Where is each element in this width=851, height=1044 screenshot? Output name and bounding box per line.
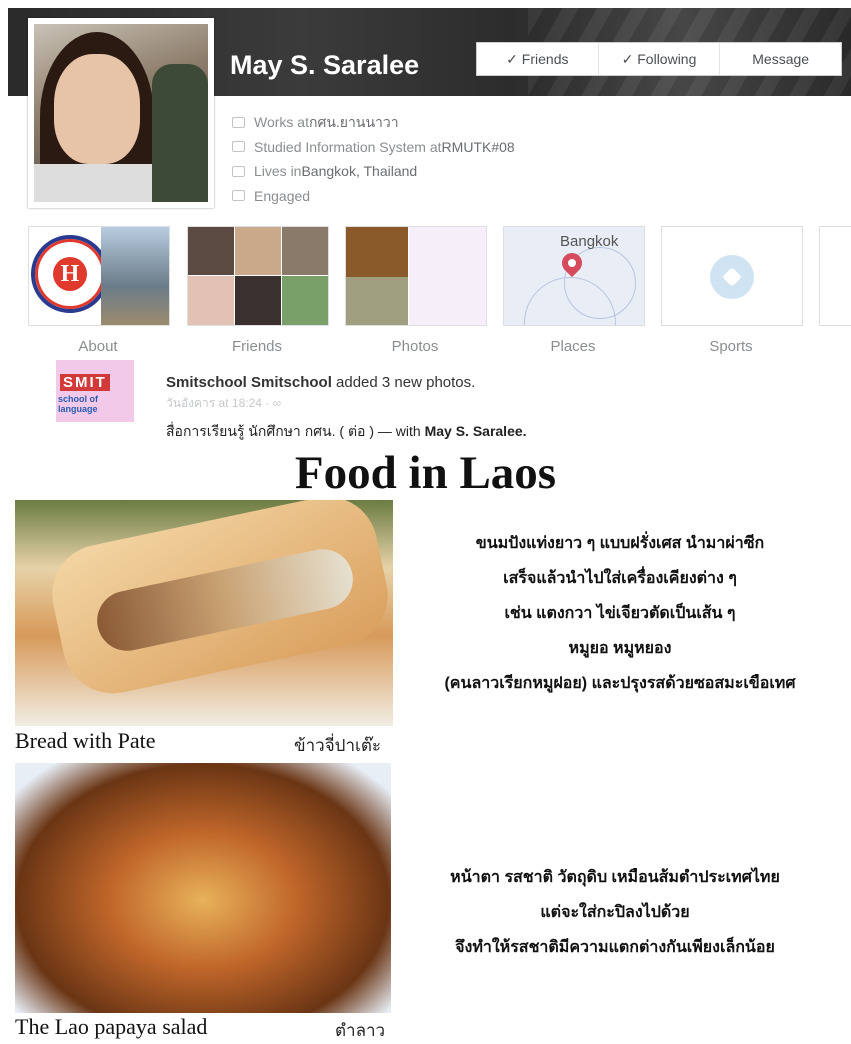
briefcase-icon [232, 116, 245, 128]
info-work: Works at กศน.ยานนาวา [232, 110, 515, 135]
food1-caption-th: ข้าวจี่ปาเต๊ะ [294, 736, 381, 755]
graduation-cap-icon [232, 141, 245, 153]
tile-sports-label[interactable]: Sports [661, 338, 801, 355]
home-icon [232, 165, 245, 177]
heart-icon [232, 190, 245, 202]
info-relationship: Engaged [232, 184, 515, 209]
profile-name[interactable]: May S. Saralee [230, 50, 419, 81]
tile-friends-label[interactable]: Friends [187, 338, 327, 355]
tile-places-label[interactable]: Places [503, 338, 643, 355]
tile-places[interactable]: Bangkok [503, 226, 645, 326]
post-author-name[interactable]: Smitschool Smitschool [166, 374, 332, 391]
post-text: สื่อการเรียนรู้ นักศึกษา กศน. ( ต่อ ) — … [166, 423, 527, 439]
soccer-ball-icon [710, 255, 754, 299]
food1-caption-en: Bread with Pate [15, 728, 156, 753]
map-city-label: Bangkok [560, 233, 619, 250]
following-button[interactable]: ✓ Following [599, 43, 721, 75]
tile-about-label[interactable]: About [28, 338, 168, 355]
info-location: Lives in Bangkok, Thailand [232, 159, 515, 184]
intro-info: Works at กศน.ยานนาวา Studied Information… [232, 110, 515, 208]
papaya-salad-photo [15, 763, 391, 1013]
post-timestamp[interactable]: วันอังคาร at 18:24 · ∞ [166, 394, 281, 413]
friends-button[interactable]: ✓ Friends [477, 43, 599, 75]
tile-about[interactable]: H [28, 226, 170, 326]
profile-actions: ✓ Friends ✓ Following Message [476, 42, 842, 76]
tile-friends[interactable] [187, 226, 329, 326]
tile-more[interactable] [819, 226, 851, 326]
food2-caption-th: ตำลาว [335, 1021, 386, 1040]
post-author-avatar[interactable]: SMIT school of language [56, 360, 134, 422]
profile-picture[interactable] [28, 18, 214, 208]
bread-with-pate-photo [15, 500, 393, 726]
food1-description: ขนมปังแท่งยาว ๆ แบบฝรั่งเศส นำมาผ่าซีก เ… [444, 535, 796, 692]
food2-caption-en: The Lao papaya salad [15, 1014, 208, 1039]
tagged-user-link[interactable]: May S. Saralee. [425, 423, 527, 439]
tile-photos[interactable] [345, 226, 487, 326]
info-education: Studied Information System at RMUTK#08 [232, 135, 515, 160]
tile-photos-label[interactable]: Photos [345, 338, 485, 355]
food2-description: หน้าตา รสชาติ วัตถุดิบ เหมือนส้มตำประเทศ… [450, 869, 780, 956]
tile-sports[interactable] [661, 226, 803, 326]
post-header: Smitschool Smitschool added 3 new photos… [166, 374, 476, 391]
school-logo: H [31, 235, 109, 313]
message-button[interactable]: Message [720, 43, 841, 75]
content-heading: Food in Laos [294, 447, 557, 499]
